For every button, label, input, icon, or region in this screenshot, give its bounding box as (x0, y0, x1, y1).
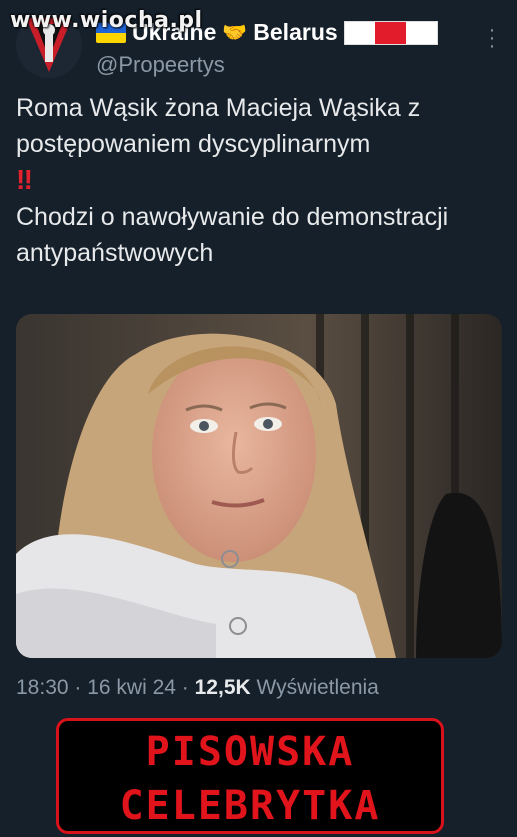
screenshot: www.wiocha.pl Ukraine 🤝 Belarus · · · @Pro… (0, 0, 517, 837)
banner-line-1: PISOWSKA (145, 729, 355, 775)
separator-dot: · (181, 676, 195, 699)
tweet-photo[interactable] (16, 314, 502, 658)
views-label: Wyświetlenia (256, 676, 379, 699)
watermark: www.wiocha.pl (10, 8, 203, 33)
caption-banner: PISOWSKA CELEBRYTKA (56, 718, 444, 834)
tweet-time[interactable]: 18:30 (16, 676, 69, 699)
tweet-text: Roma Wąsik żona Macieja Wąsika z postępo… (16, 90, 506, 271)
handshake-icon: 🤝 (222, 22, 248, 44)
more-options-icon[interactable]: · · · (484, 20, 500, 56)
views-count: 12,5K (194, 676, 251, 699)
double-exclamation-icon: ‼ (16, 164, 33, 195)
tweet-meta: 18:30 · 16 kwi 24 · 12,5K Wyświetlenia (16, 676, 379, 700)
belarus-flag-icon (343, 20, 438, 45)
banner-line-2: CELEBRYTKA (119, 783, 381, 829)
tweet-card[interactable]: www.wiocha.pl Ukraine 🤝 Belarus · · · @Pro… (0, 0, 517, 716)
separator-dot: · (74, 676, 88, 699)
display-name-part-2: Belarus (253, 19, 338, 45)
user-handle[interactable]: @Propeertys (96, 52, 225, 78)
tweet-text-line-1: Roma Wąsik żona Macieja Wąsika z postępo… (16, 94, 421, 158)
tweet-date[interactable]: 16 kwi 24 (87, 676, 176, 699)
tweet-text-line-2: Chodzi o nawoływanie do demonstracji ant… (16, 203, 449, 267)
